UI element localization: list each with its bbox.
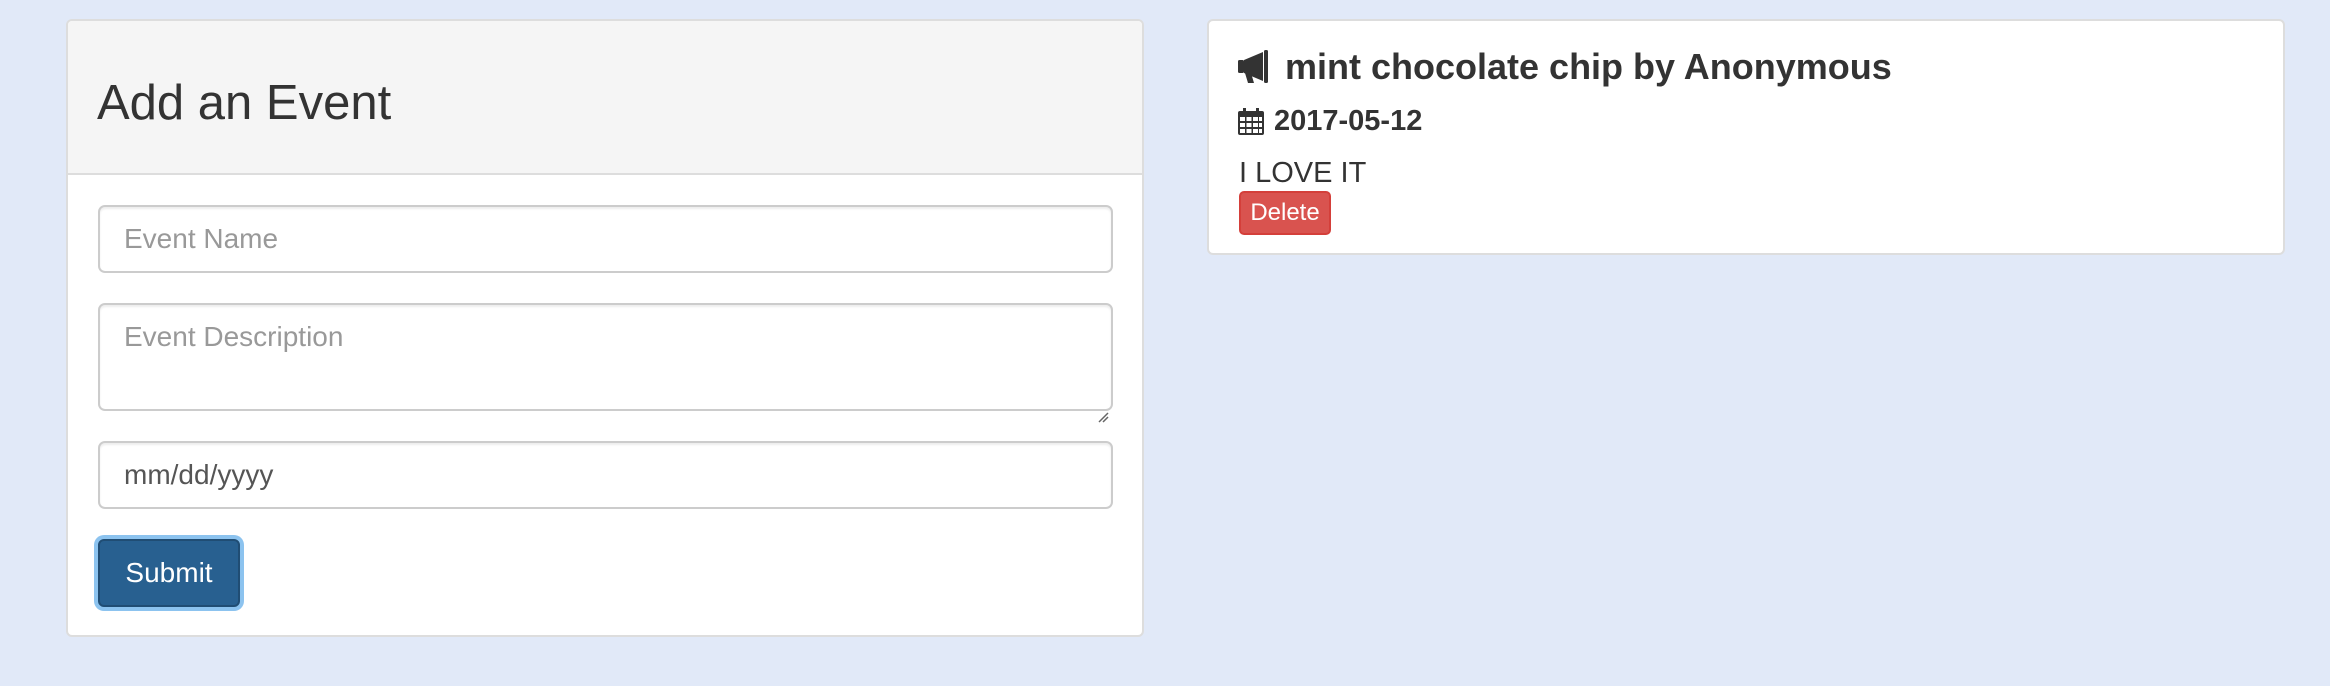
event-card: mint chocolate chip by Anonymous 2017-05… — [1207, 19, 2285, 255]
calendar-icon — [1238, 107, 1264, 135]
bullhorn-icon — [1238, 49, 1268, 83]
event-description: I LOVE IT — [1239, 157, 1367, 189]
event-title: mint chocolate chip by Anonymous — [1237, 45, 1892, 88]
add-event-title: Add an Event — [97, 76, 392, 130]
event-description-textarea[interactable] — [98, 303, 1113, 411]
event-date: 2017-05-12 — [1237, 105, 1422, 138]
delete-button[interactable]: Delete — [1239, 191, 1331, 235]
add-event-panel-heading: Add an Event — [68, 21, 1142, 175]
resize-handle-icon[interactable] — [1097, 411, 1109, 423]
date-placeholder-text: mm/dd/yyyy — [124, 459, 274, 490]
add-event-panel: Add an Event mm/dd/yyyy Submit — [66, 19, 1144, 637]
event-date-input[interactable]: mm/dd/yyyy — [98, 441, 1113, 509]
event-date-text: 2017-05-12 — [1274, 105, 1423, 137]
event-title-text: mint chocolate chip by Anonymous — [1285, 46, 1892, 87]
submit-button[interactable]: Submit — [98, 539, 240, 607]
event-name-input[interactable] — [98, 205, 1113, 273]
